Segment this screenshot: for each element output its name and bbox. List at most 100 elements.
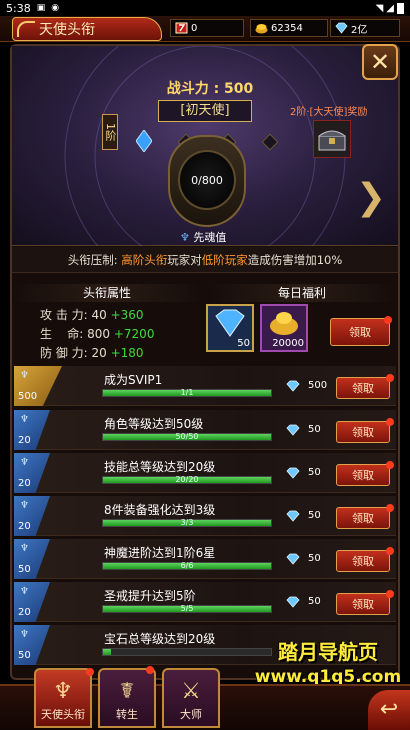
treasure-chest-icon — [318, 130, 346, 151]
task-progress-text: 3/3 — [180, 518, 194, 527]
task-reward-amount: 500 — [308, 380, 328, 391]
task-reward-amount: 50 — [308, 553, 321, 564]
task-reward-amount: 50 — [308, 424, 321, 435]
rank-name: [初天使] — [158, 100, 252, 122]
attribute-row: 防 御 力: 20 +180 — [40, 344, 144, 361]
battery-icon — [397, 2, 404, 14]
daily-header: 每日福利 — [210, 284, 394, 302]
task-claim-button[interactable]: 领取 — [336, 464, 390, 486]
task-badge-value: 50 — [18, 650, 31, 661]
resource-gold: 62354 — [250, 19, 328, 37]
attribute-row: 攻 击 力: 40 +360 — [40, 306, 144, 323]
task-progress-text: 1/1 — [180, 388, 194, 397]
task-badge-value: 20 — [18, 478, 31, 489]
red-dot-badge — [386, 418, 394, 426]
task-claim-button[interactable]: 领取 — [336, 421, 390, 443]
red-dot-badge — [146, 666, 154, 674]
status-time: 5:38 — [6, 1, 31, 15]
attribute-label: 生 命: 800 — [40, 327, 111, 341]
daily-claim-button[interactable]: 领取 — [330, 318, 390, 346]
diamond-icon — [286, 553, 300, 565]
master-icon: ⚔ — [181, 679, 201, 704]
diamond-icon — [286, 467, 300, 479]
soul-flame-icon: ♆ — [20, 370, 29, 381]
attribute-label: 攻 击 力: 40 — [40, 308, 107, 322]
signal-icon: ◢ — [386, 2, 394, 14]
soul-flame-icon: ♆ — [180, 231, 190, 244]
soul-progress: 0/800 — [191, 173, 223, 187]
chevron-right-icon: ❯ — [355, 177, 387, 218]
task-name: 成为SVIP1 — [104, 373, 163, 387]
suppress-suffix: 造成伤害增加10% — [247, 253, 343, 267]
task-row: ♆ 50 神魔进阶达到1阶6星 6/6 50 领取 — [14, 539, 396, 579]
soul-label-text: 先魂值 — [193, 231, 227, 244]
next-reward-label: 2阶·[大天使]奖励 — [290, 107, 368, 118]
task-name: 角色等级达到50级 — [104, 417, 204, 431]
red-dot-badge — [86, 668, 94, 676]
back-button[interactable]: ↩ — [368, 690, 410, 730]
tab-label: 转生 — [116, 708, 138, 721]
wifi-icon: ◥ — [375, 2, 384, 14]
diamond-icon — [286, 424, 300, 436]
suppress-mid: 玩家对 — [167, 253, 202, 267]
diamond-icon — [286, 510, 300, 522]
page-title: 天使头衔 — [39, 22, 95, 38]
task-reward-amount: 50 — [308, 467, 321, 478]
diamond-count: 2亿 — [351, 24, 368, 36]
diamond-icon — [335, 22, 348, 34]
attribute-bonus: +360 — [110, 308, 144, 322]
daily-item-gold[interactable]: 20000 — [260, 304, 308, 352]
task-progress-text: 6/6 — [180, 561, 194, 570]
task-name: 8件装备强化达到3级 — [104, 503, 216, 517]
tab-label: 天使头衔 — [41, 708, 85, 721]
gold-bag-icon — [270, 312, 298, 335]
tab-master[interactable]: ⚔ 大师 — [162, 668, 220, 728]
tier-label: 1阶 — [102, 114, 118, 150]
task-name: 技能总等级达到20级 — [104, 460, 216, 474]
soul-orb: 0/800 — [178, 150, 236, 210]
tab-angel-title[interactable]: ♆ 天使头衔 — [34, 668, 92, 728]
task-badge-value: 50 — [18, 564, 31, 575]
suppress-highlight-high: 高阶头衔 — [121, 253, 168, 267]
task-claim-button[interactable]: 领取 — [336, 550, 390, 572]
task-reward-amount: 50 — [308, 596, 321, 607]
soul-flame-icon: ♆ — [20, 500, 29, 511]
resource-diamond: 2亿 — [330, 19, 400, 37]
task-claim-button[interactable]: 领取 — [336, 507, 390, 529]
task-row: ♆ 20 角色等级达到50级 50/50 50 领取 — [14, 410, 396, 450]
daily-item-count: 20000 — [272, 338, 304, 349]
next-rank-arrow-button[interactable]: ❯ — [354, 178, 388, 218]
red-dot-badge — [384, 316, 392, 324]
star-diamond-lit-icon — [136, 130, 152, 152]
watermark-cn: 踏月导航页 — [278, 640, 378, 664]
attribute-bonus: +7200 — [113, 327, 155, 341]
task-row: ♆ 20 技能总等级达到20级 20/20 50 领取 — [14, 453, 396, 493]
reward-chest-button[interactable] — [313, 120, 351, 158]
gold-coins-icon — [255, 24, 268, 34]
soul-flame-icon: ♆ — [20, 543, 29, 554]
tab-label: 大师 — [180, 708, 202, 721]
status-right: ◥ ◢ — [375, 2, 404, 14]
task-name: 宝石总等级达到20级 — [104, 632, 216, 646]
task-claim-button[interactable]: 领取 — [336, 593, 390, 615]
tab-rebirth[interactable]: ☤ 转生 — [98, 668, 156, 728]
task-row: ♆ 20 8件装备强化达到3级 3/3 50 领取 — [14, 496, 396, 536]
attribute-label: 防 御 力: 20 — [40, 346, 107, 360]
daily-item-diamonds[interactable]: 50 — [206, 304, 254, 352]
red-dot-badge — [386, 547, 394, 555]
sim-card-icon: ▣ — [36, 3, 46, 13]
page-title-tab: 天使头衔 — [12, 17, 162, 41]
notification-icon: ◉ — [51, 3, 60, 13]
diamond-pile-icon — [215, 309, 245, 337]
suppress-prefix: 头衔压制: — [67, 253, 122, 267]
task-claim-button[interactable]: 领取 — [336, 377, 390, 399]
task-badge-value: 500 — [18, 391, 38, 402]
soul-flame-icon: ♆ — [20, 414, 29, 425]
attribute-bonus: +180 — [110, 346, 144, 360]
red-dot-badge — [386, 590, 394, 598]
ornament-icon — [17, 21, 35, 37]
close-button[interactable]: ✕ — [362, 44, 398, 80]
task-name: 圣戒提升达到5阶 — [104, 589, 196, 603]
attribute-row: 生 命: 800 +7200 — [40, 325, 154, 342]
red-dot-badge — [386, 504, 394, 512]
